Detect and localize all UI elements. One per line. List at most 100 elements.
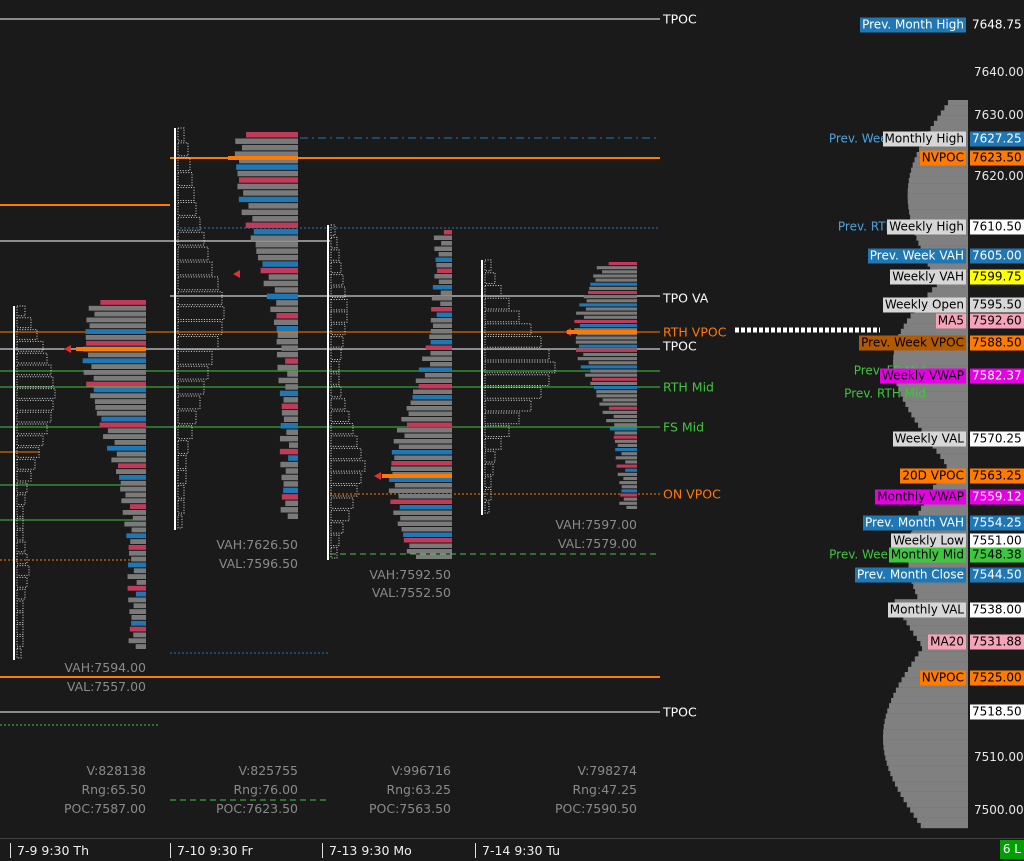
session-date[interactable]: 7-14 9:30 Tu — [475, 843, 560, 858]
session-volume: V:828138 — [86, 763, 146, 778]
price-level-value[interactable]: 7518.50 — [970, 704, 1024, 720]
volume-bar — [121, 498, 146, 504]
price-level-value[interactable]: 7554.25 — [970, 515, 1024, 531]
volume-bar — [250, 235, 298, 241]
tpo-row — [16, 364, 52, 376]
price-level-label[interactable]: NVPOC — [919, 150, 966, 166]
price-level-value[interactable]: 7610.50 — [970, 219, 1024, 235]
price-level-label[interactable]: Weekly VAL — [892, 431, 966, 447]
tpo-row — [16, 329, 38, 340]
volume-bar — [129, 626, 146, 632]
level-label-fs-mid: FS Mid — [663, 419, 705, 435]
composite-volume-bar — [888, 765, 968, 771]
tpo-row — [177, 440, 189, 455]
volume-bar — [410, 400, 452, 405]
price-level-value[interactable]: 7599.75 — [970, 269, 1024, 285]
price-level-value[interactable]: 7623.50 — [970, 150, 1024, 166]
tpo-row — [177, 157, 191, 172]
tpo-row — [484, 259, 492, 272]
volume-bar — [276, 326, 298, 332]
volume-bar — [593, 386, 637, 390]
volume-bar — [621, 452, 637, 456]
price-level-label[interactable]: MA20 — [928, 634, 966, 650]
volume-bar — [437, 268, 452, 273]
price-level-label[interactable]: Prev. Week VPOC — [859, 335, 966, 351]
volume-bar — [127, 574, 146, 579]
tpo-row — [16, 624, 24, 635]
composite-volume-bar — [895, 687, 968, 693]
volume-bar — [430, 362, 452, 367]
price-level-label[interactable]: Prev. Month Close — [855, 567, 966, 583]
price-level-value[interactable]: 7605.00 — [970, 248, 1024, 264]
volume-bar — [440, 301, 452, 306]
volume-bar — [580, 365, 637, 369]
price-level-label[interactable]: Monthly High — [882, 131, 966, 147]
price-level-label[interactable]: MA5 — [935, 313, 966, 329]
composite-volume-bar — [940, 110, 968, 116]
market-profile-chart[interactable]: { "colors": { "bg":"#1a1a1a", "orange":"… — [0, 0, 1024, 861]
price-level-label[interactable]: Prev. Month VAH — [863, 515, 966, 531]
price-level-value[interactable]: 7531.88 — [970, 634, 1024, 650]
profile-canvas[interactable] — [0, 0, 968, 838]
price-level-label[interactable]: Weekly Open — [882, 297, 966, 313]
tpo-row — [177, 276, 219, 291]
price-level-value[interactable]: 7592.60 — [970, 313, 1024, 329]
volume-bar — [96, 410, 146, 416]
price-level-value[interactable]: 7563.25 — [970, 468, 1024, 484]
volume-bar — [586, 299, 637, 303]
tpo-row — [16, 399, 54, 411]
price-level-label[interactable]: 20D VPOC — [900, 468, 966, 484]
session-poc: POC:7590.50 — [554, 801, 637, 816]
price-level-label[interactable]: Monthly Mid — [888, 547, 966, 563]
price-level-label[interactable]: Monthly VWAP — [875, 489, 966, 505]
composite-volume-bar — [915, 588, 968, 595]
live-status-badge[interactable]: 6 L — [999, 840, 1024, 859]
price-level-label[interactable]: Prev. RTH Mid — [842, 387, 928, 402]
price-level-value[interactable]: 7627.25 — [970, 131, 1024, 147]
session-date[interactable]: 7-9 9:30 Th — [10, 843, 89, 858]
price-level-label[interactable]: Weekly VAH — [890, 269, 966, 285]
price-level-value[interactable]: 7595.50 — [970, 297, 1024, 313]
price-level-value[interactable]: 7648.75 — [970, 18, 1024, 33]
volume-bar — [602, 398, 637, 402]
composite-volume-bar — [911, 661, 968, 667]
tpo-row — [177, 291, 223, 306]
volume-bar — [609, 427, 637, 431]
price-level-label[interactable]: Weekly High — [887, 219, 966, 235]
volume-bar — [117, 463, 146, 469]
volume-bar — [435, 257, 452, 262]
composite-volume-bar — [911, 412, 968, 418]
price-level-value[interactable]: 7570.25 — [970, 431, 1024, 447]
volume-bar — [237, 170, 298, 177]
composite-volume-bar — [908, 183, 968, 189]
price-level-label[interactable]: Prev. Week VAH — [867, 248, 966, 264]
price-level-value[interactable]: 7544.50 — [970, 567, 1024, 583]
price-level-label[interactable]: Prev. Month High — [860, 17, 966, 33]
composite-volume-bar — [893, 692, 968, 699]
session-date[interactable]: 7-13 9:30 Mo — [322, 843, 412, 858]
price-level-value[interactable]: 7582.37 — [970, 368, 1024, 384]
session-range: Rng:47.25 — [572, 782, 637, 797]
volume-bar — [86, 340, 146, 346]
price-level-value[interactable]: 7559.12 — [970, 489, 1024, 505]
time-axis[interactable]: 7-9 9:30 Th 7-10 9:30 Fr 7-13 9:30 Mo 7-… — [0, 838, 1024, 861]
tpo-row — [330, 398, 346, 410]
volume-bar — [131, 620, 146, 626]
price-level-value[interactable]: 7551.00 — [970, 533, 1024, 549]
session-date[interactable]: 7-10 9:30 Fr — [170, 843, 253, 858]
tpo-row — [177, 350, 213, 365]
session-vah: VAH:7594.00 — [64, 660, 146, 675]
price-level-label[interactable]: Monthly VAL — [887, 602, 966, 618]
volume-bar — [430, 351, 452, 356]
volume-bar — [403, 532, 452, 537]
price-level-value[interactable]: 7538.00 — [970, 602, 1024, 618]
volume-bar — [575, 336, 637, 340]
price-level-label[interactable]: NVPOC — [919, 670, 966, 686]
tpo-row — [16, 541, 26, 553]
price-level-label[interactable]: Weekly VWAP — [880, 368, 966, 384]
tpo-row — [16, 576, 28, 588]
price-level-value[interactable]: 7525.00 — [970, 670, 1024, 686]
price-level-value[interactable]: 7588.50 — [970, 335, 1024, 351]
price-level-label[interactable]: Weekly Low — [891, 533, 966, 549]
price-level-value[interactable]: 7548.38 — [970, 547, 1024, 563]
